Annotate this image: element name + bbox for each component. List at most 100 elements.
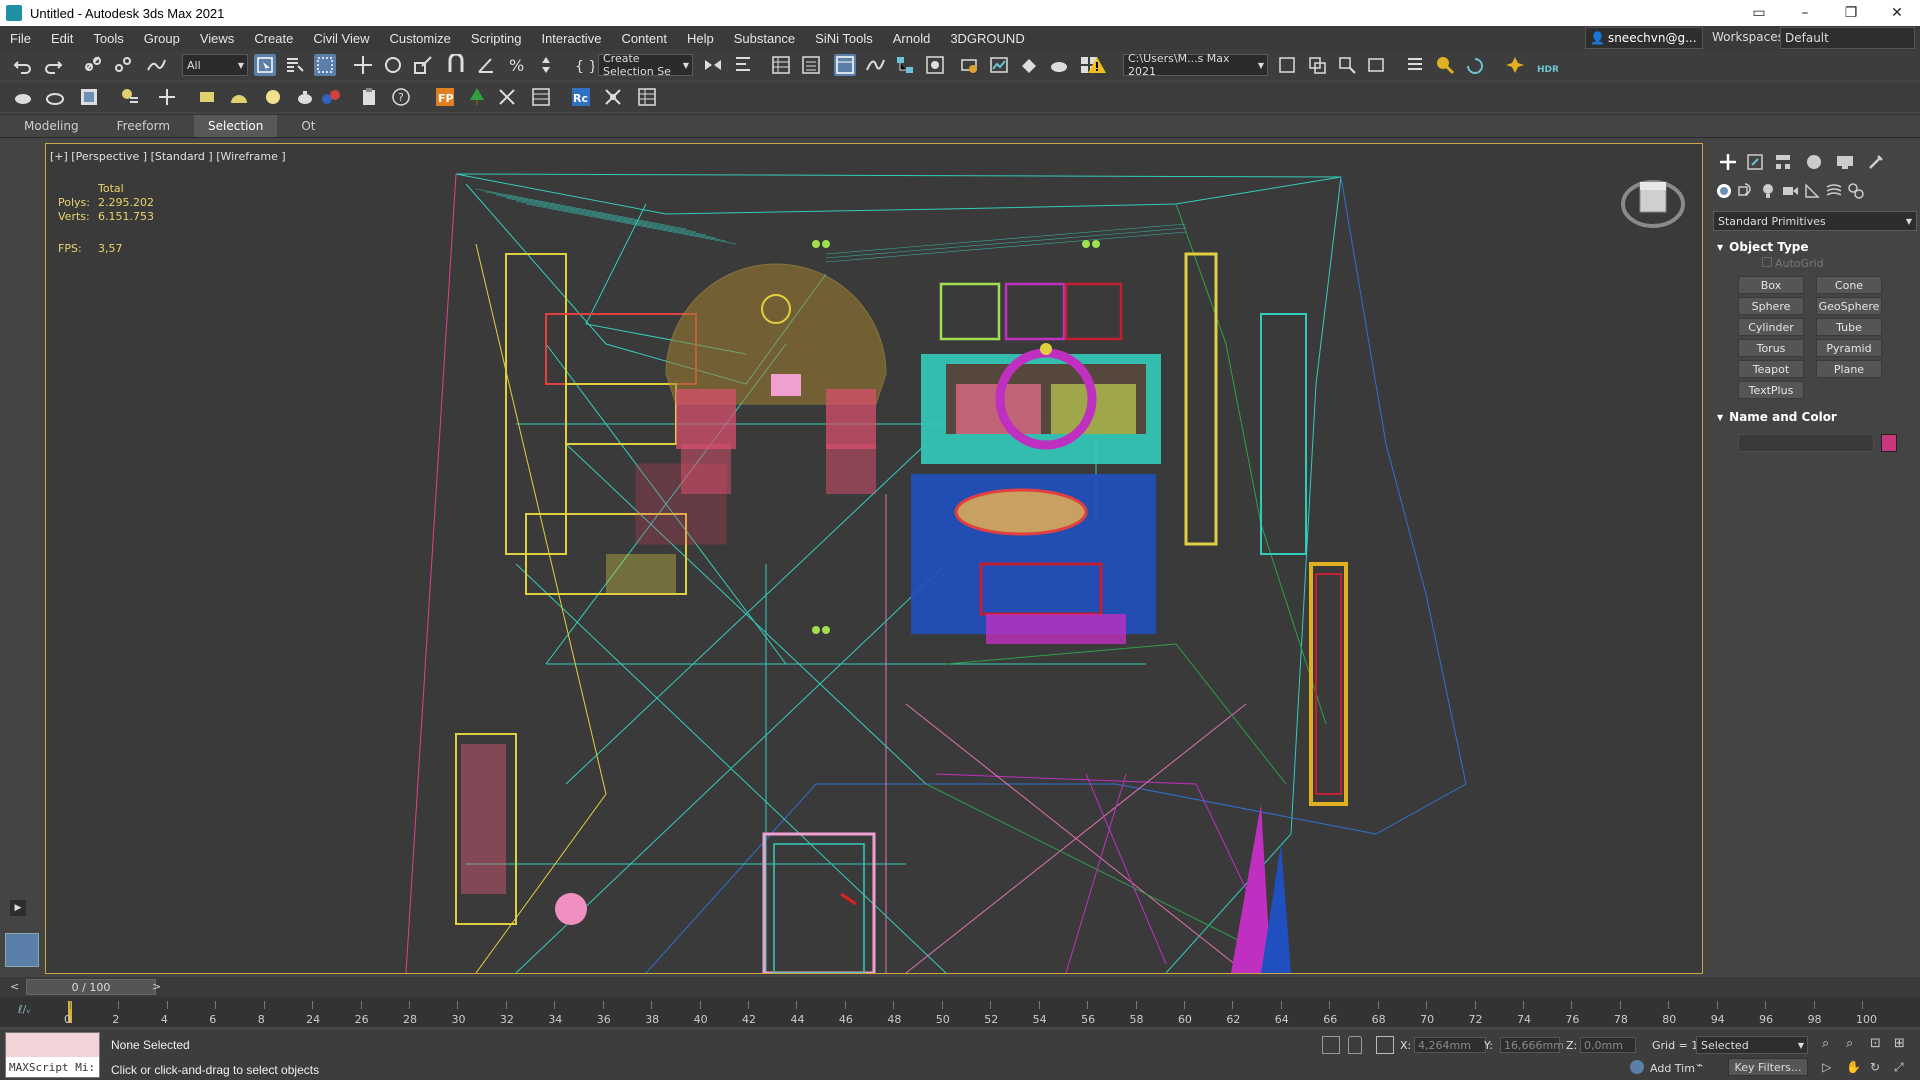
undo-icon[interactable]: [12, 54, 34, 76]
forest-pack-icon[interactable]: [466, 86, 488, 108]
sini-tool-3-icon[interactable]: [1336, 54, 1358, 76]
tab-object-paint[interactable]: Ot: [287, 115, 329, 137]
field-of-view-icon[interactable]: ▷: [1822, 1060, 1838, 1076]
viewcube-widget[interactable]: [1618, 172, 1688, 232]
geometry-category-icon[interactable]: [1714, 181, 1734, 201]
railclone-icon[interactable]: Rc: [570, 86, 592, 108]
table-list-icon[interactable]: [530, 86, 552, 108]
menu-edit[interactable]: Edit: [41, 31, 83, 46]
select-by-name-icon[interactable]: [284, 54, 306, 76]
schematic-view-icon[interactable]: [894, 54, 916, 76]
cylinder-button[interactable]: Cylinder: [1738, 318, 1804, 336]
sini-hdri-icon[interactable]: HDRI: [1536, 54, 1562, 76]
minimize-button[interactable]: –: [1782, 0, 1828, 26]
time-slider-handle[interactable]: 0 / 100: [26, 979, 156, 995]
render-in-cloud-icon[interactable]: [1048, 54, 1070, 76]
isolate-selection-icon[interactable]: [1322, 1036, 1340, 1054]
menu-interactive[interactable]: Interactive: [531, 31, 611, 46]
workspace-dropdown[interactable]: Default: [1780, 27, 1915, 49]
close-button[interactable]: ✕: [1874, 0, 1920, 26]
maxscript-mini-input[interactable]: MAXScript Mi:: [6, 1057, 99, 1077]
toggle-ribbon-icon[interactable]: [834, 54, 856, 76]
maximize-button[interactable]: ❐: [1828, 0, 1874, 26]
maximize-viewport-icon[interactable]: ⤢: [1894, 1060, 1910, 1076]
bind-to-space-warp-icon[interactable]: [145, 54, 167, 76]
project-folder-dropdown[interactable]: C:\Users\M...s Max 2021 ▼: [1123, 52, 1268, 78]
restore-layout-icon[interactable]: ▭: [1736, 0, 1782, 26]
menu-sini-tools[interactable]: SiNi Tools: [805, 31, 883, 46]
toggle-layer-explorer-icon[interactable]: [800, 54, 822, 76]
menu-substance[interactable]: Substance: [724, 31, 805, 46]
sini-jumble-icon[interactable]: [1464, 54, 1486, 76]
named-selection-sets-dropdown[interactable]: Create Selection Se ▼: [598, 52, 693, 78]
object-type-rollout-header[interactable]: ▼ Object Type: [1713, 237, 1920, 257]
redo-icon[interactable]: [42, 54, 64, 76]
torus-button[interactable]: Torus: [1738, 339, 1804, 357]
object-name-field[interactable]: [1738, 434, 1874, 452]
angle-snap-icon[interactable]: [475, 54, 497, 76]
select-and-link-icon[interactable]: [82, 54, 104, 76]
textplus-button[interactable]: TextPlus: [1738, 381, 1804, 399]
mirror-icon[interactable]: [702, 54, 724, 76]
tube-button[interactable]: Tube: [1816, 318, 1882, 336]
plane-button[interactable]: Plane: [1816, 360, 1882, 378]
toggle-scene-explorer-icon[interactable]: [770, 54, 792, 76]
render-setup-icon[interactable]: [958, 54, 980, 76]
zoom-all-icon[interactable]: ⌕: [1846, 1036, 1862, 1052]
material-spheres-icon[interactable]: [320, 86, 342, 108]
clone-modifier-icon[interactable]: [156, 86, 178, 108]
motion-tab-icon[interactable]: [1803, 151, 1825, 173]
align-icon[interactable]: [732, 54, 754, 76]
create-tab-icon[interactable]: [1717, 151, 1739, 173]
select-and-scale-icon[interactable]: [412, 54, 434, 76]
menu-arnold[interactable]: Arnold: [883, 31, 941, 46]
percent-snap-icon[interactable]: %: [505, 54, 527, 76]
light-lister-icon[interactable]: [118, 86, 140, 108]
sini-tool-1-icon[interactable]: [1276, 54, 1298, 76]
menu-scripting[interactable]: Scripting: [461, 31, 532, 46]
autogrid-checkbox[interactable]: AutoGrid: [1762, 257, 1824, 270]
teapot-button[interactable]: Teapot: [1738, 360, 1804, 378]
menu-civil-view[interactable]: Civil View: [303, 31, 379, 46]
tab-selection[interactable]: Selection: [194, 115, 278, 137]
pyramid-button[interactable]: Pyramid: [1816, 339, 1882, 357]
hierarchy-tab-icon[interactable]: [1772, 151, 1794, 173]
snaps-toggle-icon[interactable]: [445, 52, 467, 76]
tab-freeform[interactable]: Freeform: [103, 115, 184, 137]
curve-editor-icon[interactable]: [864, 54, 886, 76]
viewport-layout-thumbnail[interactable]: [5, 933, 39, 967]
edit-named-selection-sets-icon[interactable]: { }: [572, 54, 597, 76]
key-selection-set-dropdown[interactable]: Selected ▼: [1696, 1036, 1808, 1054]
modify-tab-icon[interactable]: [1744, 151, 1766, 173]
orbit-icon[interactable]: ↻: [1870, 1060, 1886, 1076]
sini-forensic-icon[interactable]: [1434, 54, 1456, 76]
scatter-tool-icon[interactable]: [496, 86, 518, 108]
select-and-rotate-icon[interactable]: [382, 54, 404, 76]
add-time-tag-icon[interactable]: [1630, 1060, 1644, 1074]
perspective-viewport[interactable]: [+] [Perspective ] [Standard ] [Wirefram…: [45, 143, 1703, 974]
name-and-color-rollout-header[interactable]: ▼ Name and Color: [1713, 407, 1920, 427]
menu-file[interactable]: File: [0, 31, 41, 46]
menu-create[interactable]: Create: [244, 31, 303, 46]
zoom-extents-icon[interactable]: ⊡: [1870, 1036, 1886, 1052]
sini-tool-4-icon[interactable]: [1366, 54, 1388, 76]
helpers-category-icon[interactable]: [1802, 181, 1822, 201]
warning-triangle-icon[interactable]: [1086, 54, 1108, 76]
sini-list-icon[interactable]: [1404, 54, 1426, 76]
cloud-outline-icon[interactable]: [44, 86, 66, 108]
menu-3dground[interactable]: 3DGROUND: [940, 31, 1034, 46]
geosphere-button[interactable]: GeoSphere: [1816, 297, 1882, 315]
time-slider-track[interactable]: < 0 / 100 >: [0, 977, 1920, 997]
material-editor-icon[interactable]: [924, 54, 946, 76]
rendered-frame-window-icon[interactable]: [988, 54, 1010, 76]
dome-light-icon[interactable]: [228, 86, 250, 108]
z-coordinate-field[interactable]: 0,0mm: [1580, 1037, 1636, 1053]
absolute-transform-icon[interactable]: [1376, 1036, 1394, 1054]
shapes-category-icon[interactable]: [1736, 181, 1756, 201]
display-tab-icon[interactable]: [1834, 151, 1856, 173]
texture-bake-icon[interactable]: [78, 86, 100, 108]
menu-tools[interactable]: Tools: [83, 31, 133, 46]
key-filters-button[interactable]: Key Filters...: [1728, 1058, 1808, 1076]
select-object-icon[interactable]: [254, 54, 276, 76]
render-production-icon[interactable]: [1018, 54, 1040, 76]
